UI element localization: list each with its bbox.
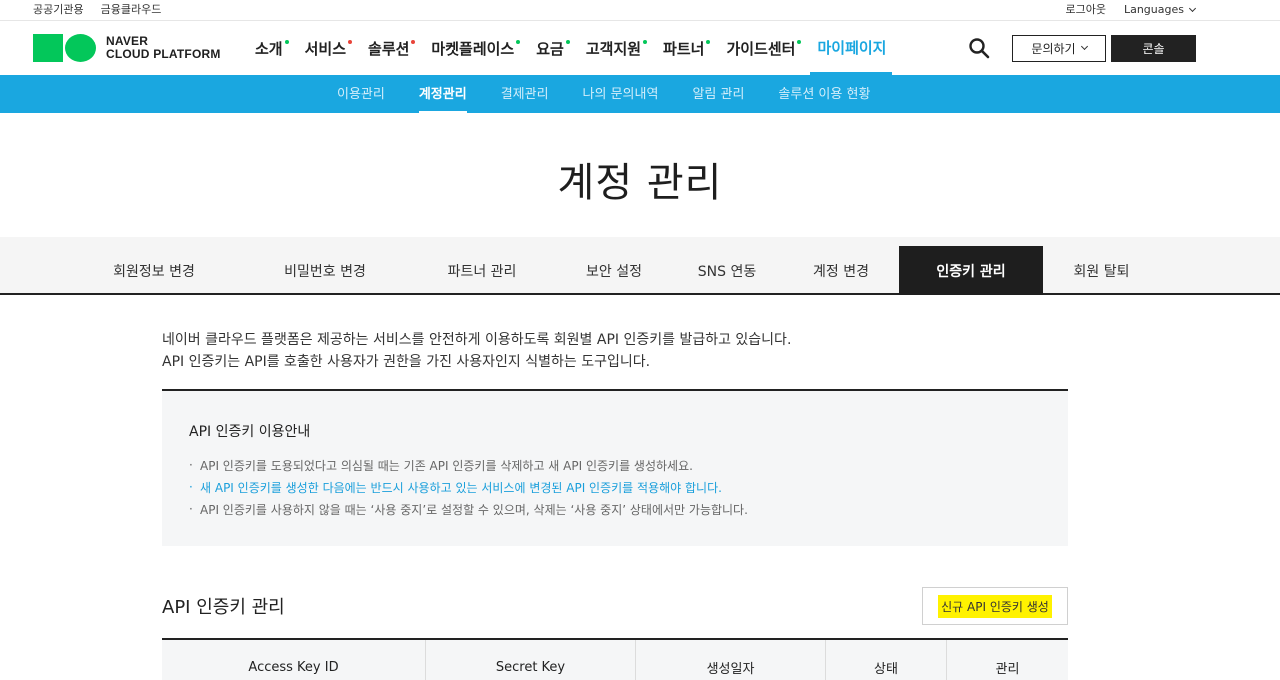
new-indicator-dot	[643, 40, 648, 44]
guide-item: API 인증키를 도용되었다고 의심될 때는 기존 API 인증키를 삭제하고 …	[189, 454, 748, 477]
guide-list: API 인증키를 도용되었다고 의심될 때는 기존 API 인증키를 삭제하고 …	[189, 454, 748, 521]
global-nav: 소개 서비스 솔루션 마켓플레이스 요금 고객지원 파트너 가이드센터 마이페이지	[248, 22, 901, 75]
gnb-item-label: 고객지원	[585, 40, 642, 58]
logo-text: NAVER CLOUD PLATFORM	[106, 34, 221, 61]
gnb-item[interactable]: 서비스	[298, 22, 353, 75]
inquiry-dropdown-button[interactable]: 문의하기	[1012, 35, 1106, 62]
public-sector-link[interactable]: 공공기관용	[33, 1, 84, 17]
sub-nav-item[interactable]: 이용관리	[320, 75, 402, 113]
tab[interactable]: 비밀번호 변경	[255, 246, 395, 295]
inquiry-label: 문의하기	[1031, 42, 1076, 56]
column-header-secret-key: Secret Key	[426, 640, 636, 680]
gnb-item[interactable]: 마이페이지	[810, 22, 893, 75]
languages-label: Languages	[1123, 2, 1184, 16]
tab[interactable]: 보안 설정	[560, 246, 668, 295]
description-line-2: API 인증키는 API를 호출한 사용자가 권한을 가진 사용자인지 식별하는…	[162, 354, 651, 370]
create-api-key-button[interactable]: 신규 API 인증키 생성	[922, 587, 1068, 625]
api-key-table: Access Key ID Secret Key 생성일자 상태 관리	[162, 638, 1068, 680]
column-header-created-date: 생성일자	[636, 640, 826, 680]
guide-item-highlight: 새 API 인증키를 생성한 다음에는 반드시 사용하고 있는 서비스에 변경된…	[189, 476, 748, 499]
console-button[interactable]: 콘솔	[1111, 35, 1196, 62]
gnb-item[interactable]: 솔루션	[361, 22, 416, 75]
page-title: 계정 관리	[557, 160, 723, 206]
search-icon[interactable]	[968, 37, 990, 59]
gnb-item-label: 마켓플레이스	[431, 40, 515, 58]
description-line-1: 네이버 클라우드 플랫폼은 제공하는 서비스를 안전하게 이용하도록 회원별 A…	[162, 332, 792, 348]
gnb-item-label: 파트너	[663, 40, 705, 58]
gnb-item-label: 솔루션	[368, 40, 410, 58]
logo-mark-icon	[33, 34, 96, 62]
guide-title: API 인증키 이용안내	[189, 424, 311, 440]
chevron-down-icon	[1080, 42, 1088, 51]
utility-right-links: 로그아웃 Languages	[1065, 1, 1197, 17]
sub-nav-item[interactable]: 나의 문의내역	[566, 75, 676, 113]
new-indicator-dot	[348, 40, 353, 44]
gnb-item-label: 소개	[255, 40, 283, 58]
gnb-item-label: 요금	[536, 40, 564, 58]
account-tab-bar: 회원정보 변경 비밀번호 변경 파트너 관리 보안 설정 SNS 연동 계정 변경 인증키 …	[0, 237, 1280, 295]
api-key-guide-box: API 인증키 이용안내 API 인증키를 도용되었다고 의심될 때는 기존 A…	[162, 389, 1068, 546]
tab[interactable]: 파트너 관리	[412, 246, 552, 295]
section-title: API 인증키 관리	[162, 597, 285, 618]
utility-left-links: 공공기관용 금융클라우드	[33, 1, 161, 17]
sub-nav-item[interactable]: 솔루션 이용 현황	[761, 75, 887, 113]
new-indicator-dot	[565, 40, 570, 44]
gnb-item[interactable]: 요금	[529, 22, 570, 75]
new-indicator-dot	[706, 40, 711, 44]
new-indicator-dot	[284, 40, 289, 44]
finance-cloud-link[interactable]: 금융클라우드	[101, 1, 162, 17]
tab[interactable]: SNS 연동	[674, 246, 780, 295]
chevron-down-icon	[1188, 4, 1197, 12]
languages-dropdown[interactable]: Languages	[1123, 2, 1197, 16]
utility-bar: 공공기관용 금융클라우드 로그아웃 Languages	[0, 0, 1280, 21]
gnb-item[interactable]: 가이드센터	[719, 22, 802, 75]
description: 네이버 클라우드 플랫폼은 제공하는 서비스를 안전하게 이용하도록 회원별 A…	[162, 329, 791, 373]
column-header-manage: 관리	[995, 661, 1020, 677]
tab[interactable]: 인증키 관리	[899, 246, 1043, 295]
gnb-item[interactable]: 마켓플레이스	[424, 22, 521, 75]
tab[interactable]: 계정 변경	[781, 246, 901, 295]
naver-cloud-logo[interactable]: NAVER CLOUD PLATFORM	[33, 34, 221, 62]
column-header-status: 상태	[826, 640, 947, 680]
sub-nav-item[interactable]: 알림 관리	[675, 75, 761, 113]
create-api-key-label: 신규 API 인증키 생성	[938, 594, 1052, 618]
gnb-item-label: 마이페이지	[817, 38, 887, 57]
column-header-access-key: Access Key ID	[162, 640, 426, 680]
guide-item: API 인증키를 사용하지 않을 때는 ‘사용 중지’로 설정할 수 있으며, …	[189, 498, 748, 521]
gnb-item[interactable]: 파트너	[656, 22, 711, 75]
gnb-item-label: 서비스	[304, 40, 347, 58]
gnb-item-label: 가이드센터	[726, 40, 796, 58]
new-indicator-dot	[411, 40, 416, 44]
sub-nav-items: 이용관리 계정관리 결제관리 나의 문의내역 알림 관리 솔루션 이용 현황	[320, 75, 887, 113]
main-header: NAVER CLOUD PLATFORM 소개 서비스 솔루션 마켓플레이스 요금 고객지…	[0, 22, 1280, 75]
new-indicator-dot	[516, 40, 521, 44]
sub-nav: 이용관리 계정관리 결제관리 나의 문의내역 알림 관리 솔루션 이용 현황	[0, 75, 1280, 113]
logout-link[interactable]: 로그아웃	[1065, 1, 1105, 17]
sub-nav-item[interactable]: 계정관리	[402, 75, 484, 113]
sub-nav-item[interactable]: 결제관리	[484, 75, 566, 113]
new-indicator-dot	[797, 40, 802, 44]
tab[interactable]: 회원 탈퇴	[1043, 246, 1160, 295]
tab[interactable]: 회원정보 변경	[84, 246, 224, 295]
gnb-item[interactable]: 소개	[248, 22, 289, 75]
gnb-item[interactable]: 고객지원	[579, 22, 648, 75]
